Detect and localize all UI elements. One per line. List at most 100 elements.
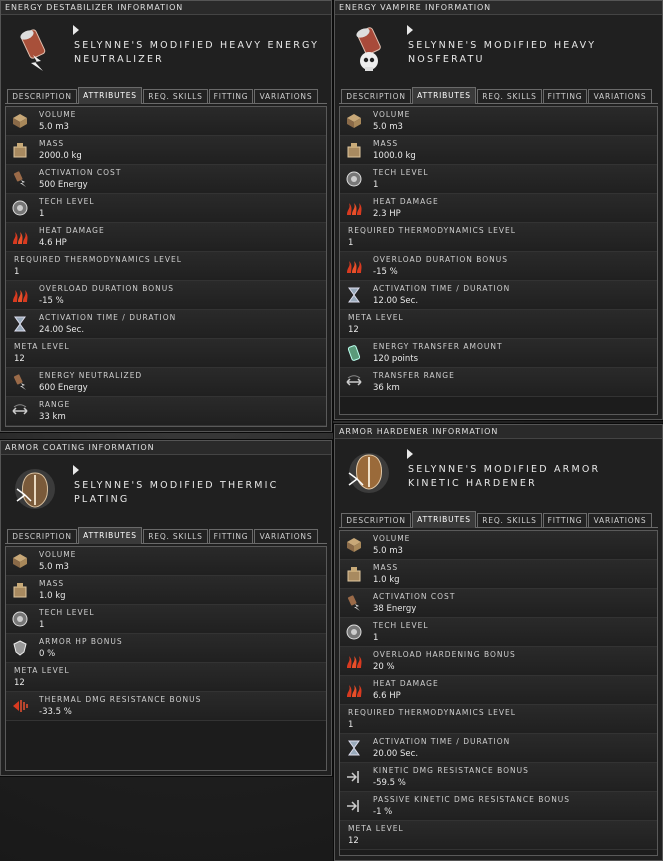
expand-caret-icon[interactable] (407, 25, 413, 35)
tab-description[interactable]: Description (341, 513, 411, 527)
attribute-value: 5.0 m3 (39, 122, 69, 132)
attribute-row[interactable]: Activation time / duration 24.00 Sec. (6, 310, 326, 339)
attribute-row[interactable]: Required Thermodynamics Level 1 (340, 705, 657, 734)
window-title[interactable]: ARMOR COATING INFORMATION (1, 441, 331, 455)
window-title[interactable]: ARMOR HARDENER INFORMATION (335, 425, 662, 439)
attribute-list[interactable]: Volume 5.0 m3 Mass 2000.0 kg Activation Cost… (5, 106, 327, 427)
tab-variations[interactable]: Variations (254, 89, 318, 103)
attribute-row[interactable]: Activation Cost 500 Energy (6, 165, 326, 194)
attribute-row[interactable]: Volume 5.0 m3 (6, 547, 326, 576)
attribute-row[interactable]: Heat Damage 2.3 HP (340, 194, 657, 223)
tab-fitting[interactable]: Fitting (543, 513, 587, 527)
tab-req-skills[interactable]: Req. Skills (143, 529, 208, 543)
tab-attributes[interactable]: Attributes (78, 87, 142, 104)
attribute-label: Meta Level (348, 824, 404, 833)
tab-variations[interactable]: Variations (588, 513, 652, 527)
tab-description[interactable]: Description (7, 529, 77, 543)
attribute-value: 12.00 Sec. (373, 296, 419, 306)
attribute-row[interactable]: Meta Level 12 (6, 339, 326, 368)
attribute-row[interactable]: Meta Level 12 (340, 821, 657, 850)
attribute-label: Overload Duration Bonus (39, 284, 175, 293)
attribute-row[interactable]: Mass 1000.0 kg (340, 136, 657, 165)
attribute-value: 1 (39, 620, 45, 630)
expand-caret-icon[interactable] (73, 465, 79, 475)
heat-icon (345, 681, 363, 699)
attribute-label: Required Thermodynamics Level (348, 708, 516, 717)
attribute-row[interactable]: Volume 5.0 m3 (6, 107, 326, 136)
attribute-row[interactable]: Mass 1.0 kg (340, 560, 657, 589)
attribute-value: 0 % (39, 649, 56, 659)
attribute-label: Activation Cost (373, 592, 456, 601)
attribute-row[interactable]: Tech Level 1 (6, 194, 326, 223)
activation-cost-icon (345, 594, 363, 612)
attribute-row[interactable]: Tech Level 1 (340, 165, 657, 194)
tab-variations[interactable]: Variations (254, 529, 318, 543)
window-title[interactable]: ENERGY VAMPIRE INFORMATION (335, 1, 662, 15)
attribute-label: Required Thermodynamics Level (348, 226, 516, 235)
tab-attributes[interactable]: Attributes (412, 511, 476, 528)
attribute-row[interactable]: Mass 2000.0 kg (6, 136, 326, 165)
tab-description[interactable]: Description (7, 89, 77, 103)
attribute-row[interactable]: Required Thermodynamics Level 1 (340, 223, 657, 252)
item-name: SELYNNE'S MODIFIED ARMOR KINETIC HARDENE… (408, 464, 601, 489)
attribute-value: 12 (348, 836, 359, 846)
attribute-row[interactable]: Activation Cost 38 Energy (340, 589, 657, 618)
attribute-row[interactable]: Passive kinetic dmg resistance bonus -1 % (340, 792, 657, 821)
attribute-row[interactable]: Volume 5.0 m3 (340, 531, 657, 560)
tab-req-skills[interactable]: Req. Skills (477, 89, 542, 103)
item-name: SELYNNE'S MODIFIED HEAVY ENERGY NEUTRALI… (74, 40, 320, 65)
attribute-row[interactable]: Armor HP Bonus 0 % (6, 634, 326, 663)
attribute-row[interactable]: Heat Damage 6.6 HP (340, 676, 657, 705)
attribute-row[interactable]: Meta Level 12 (340, 310, 657, 339)
attribute-row[interactable]: Overload Hardening Bonus 20 % (340, 647, 657, 676)
expand-caret-icon[interactable] (407, 449, 413, 459)
tab-description[interactable]: Description (341, 89, 411, 103)
attribute-row[interactable]: Tech Level 1 (6, 605, 326, 634)
attribute-row[interactable]: Required Thermodynamics Level 1 (6, 252, 326, 281)
attribute-row[interactable]: Overload Duration Bonus -15 % (6, 281, 326, 310)
attribute-list[interactable]: Volume 5.0 m3 Mass 1.0 kg Tech Level 1 Armor H… (5, 546, 327, 771)
attribute-row[interactable]: Energy Neutralized 600 Energy (6, 368, 326, 397)
tab-variations[interactable]: Variations (588, 89, 652, 103)
attribute-label: Armor HP Bonus (39, 637, 123, 646)
tab-attributes[interactable]: Attributes (78, 527, 142, 544)
volume-icon (11, 552, 29, 570)
attribute-row[interactable]: Meta Level 12 (6, 663, 326, 692)
attribute-value: 5.0 m3 (373, 122, 403, 132)
attribute-row[interactable]: Range 33 km (6, 397, 326, 426)
attribute-label: Volume (39, 110, 77, 119)
attribute-label: Energy Neutralized (39, 371, 143, 380)
attribute-list[interactable]: Volume 5.0 m3 Mass 1.0 kg Activation Cost 38 … (339, 530, 658, 856)
attribute-value: -15 % (39, 296, 64, 306)
tech-level-icon (345, 623, 363, 641)
attribute-row[interactable]: Thermal dmg resistance bonus -33.5 % (6, 692, 326, 721)
tab-fitting[interactable]: Fitting (543, 89, 587, 103)
expand-caret-icon[interactable] (73, 25, 79, 35)
tab-req-skills[interactable]: Req. Skills (143, 89, 208, 103)
attribute-value: 20.00 Sec. (373, 749, 419, 759)
attribute-row[interactable]: Mass 1.0 kg (6, 576, 326, 605)
attribute-value: 5.0 m3 (39, 562, 69, 572)
attribute-list[interactable]: Volume 5.0 m3 Mass 1000.0 kg Tech Level 1 Heat… (339, 106, 658, 415)
attribute-value: 600 Energy (39, 383, 88, 393)
attribute-row[interactable]: Volume 5.0 m3 (340, 107, 657, 136)
attribute-row[interactable]: Overload Duration Bonus -15 % (340, 252, 657, 281)
attribute-value: 12 (14, 678, 25, 688)
attribute-row[interactable]: Activation time / duration 12.00 Sec. (340, 281, 657, 310)
heat-icon (345, 652, 363, 670)
attribute-label: Volume (39, 550, 77, 559)
tab-attributes[interactable]: Attributes (412, 87, 476, 104)
attribute-label: Passive kinetic dmg resistance bonus (373, 795, 571, 804)
volume-icon (345, 536, 363, 554)
attribute-row[interactable]: Transfer Range 36 km (340, 368, 657, 397)
item-header: SELYNNE'S MODIFIED HEAVY NOSFERATU (335, 15, 662, 87)
attribute-row[interactable]: Heat Damage 4.6 HP (6, 223, 326, 252)
attribute-row[interactable]: Tech Level 1 (340, 618, 657, 647)
tab-fitting[interactable]: Fitting (209, 529, 253, 543)
attribute-row[interactable]: Kinetic dmg resistance bonus -59.5 % (340, 763, 657, 792)
tab-fitting[interactable]: Fitting (209, 89, 253, 103)
attribute-row[interactable]: Energy Transfer Amount 120 points (340, 339, 657, 368)
window-title[interactable]: ENERGY DESTABILIZER INFORMATION (1, 1, 331, 15)
tab-req-skills[interactable]: Req. Skills (477, 513, 542, 527)
attribute-row[interactable]: Activation time / duration 20.00 Sec. (340, 734, 657, 763)
